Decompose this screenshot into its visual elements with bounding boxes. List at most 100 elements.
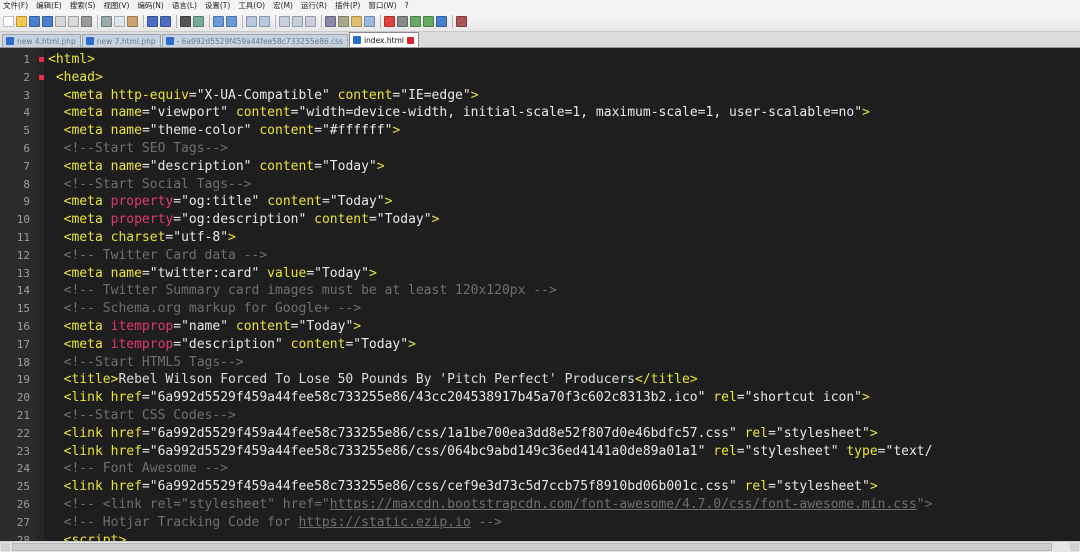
code-line[interactable]: 14 <!-- Twitter Summary card images must… xyxy=(0,282,1080,300)
undo-icon[interactable] xyxy=(147,15,158,27)
toolbar xyxy=(0,11,1080,32)
code-line[interactable]: 21 <!--Start CSS Codes--> xyxy=(0,407,1080,425)
code-line[interactable]: 27 <!-- Hotjar Tracking Code for https:/… xyxy=(0,514,1080,532)
code-text: <link href="6a992d5529f459a44fee58c73325… xyxy=(63,443,933,459)
code-line[interactable]: 26 <!-- <link rel="stylesheet" href="htt… xyxy=(0,496,1080,514)
close-all-icon[interactable] xyxy=(68,15,79,27)
menu-item[interactable]: ? xyxy=(405,0,409,11)
code-line[interactable]: 5 <meta name="theme-color" content="#fff… xyxy=(0,122,1080,140)
file-tab[interactable]: - 6a992d5529f459a44fee58c733255e86.css xyxy=(161,34,348,47)
open-file-icon[interactable] xyxy=(16,15,27,27)
code-text: <head> xyxy=(55,69,103,85)
code-line[interactable]: 24 <!-- Font Awesome --> xyxy=(0,460,1080,478)
cut-icon[interactable] xyxy=(101,15,112,27)
line-number: 28 xyxy=(16,533,30,541)
new-file-icon[interactable] xyxy=(3,15,14,27)
line-number: 21 xyxy=(16,408,30,422)
copy-icon[interactable] xyxy=(114,15,125,27)
indent-guide-icon[interactable] xyxy=(305,15,316,27)
fold-marker-icon[interactable] xyxy=(39,74,44,80)
paste-icon[interactable] xyxy=(127,15,138,27)
print-icon[interactable] xyxy=(81,15,92,27)
code-line[interactable]: 13 <meta name="twitter:card" value="Toda… xyxy=(0,265,1080,283)
menu-item[interactable]: 运行(R) xyxy=(301,0,327,11)
code-line[interactable]: 11 <meta charset="utf-8"> xyxy=(0,229,1080,247)
file-tab[interactable]: new 4.html.php xyxy=(2,34,81,47)
menu-item[interactable]: 窗口(W) xyxy=(368,0,396,11)
save-all-icon[interactable] xyxy=(42,15,53,27)
code-line[interactable]: 16 <meta itemprop="name" content="Today"… xyxy=(0,318,1080,336)
code-line[interactable]: 17 <meta itemprop="description" content=… xyxy=(0,336,1080,354)
code-line[interactable]: 20 <link href="6a992d5529f459a44fee58c73… xyxy=(0,389,1080,407)
code-line[interactable]: 28 <script> xyxy=(0,532,1080,541)
scrollbar-thumb[interactable] xyxy=(12,543,1052,551)
play-multiple-icon[interactable] xyxy=(423,15,434,27)
code-text: <!-- Twitter Card data --> xyxy=(48,247,268,263)
code-line[interactable]: 2 <head> xyxy=(0,69,1080,87)
zoom-out-icon[interactable] xyxy=(226,15,237,27)
play-macro-icon[interactable] xyxy=(410,15,421,27)
function-list-icon[interactable] xyxy=(338,15,349,27)
menu-item[interactable]: 搜索(S) xyxy=(70,0,96,11)
save-icon[interactable] xyxy=(29,15,40,27)
code-line[interactable]: 22 <link href="6a992d5529f459a44fee58c73… xyxy=(0,425,1080,443)
toolbar-separator xyxy=(452,14,453,28)
code-line[interactable]: 10 <meta property="og:description" conte… xyxy=(0,211,1080,229)
show-all-chars-icon[interactable] xyxy=(292,15,303,27)
code-line[interactable]: 12 <!-- Twitter Card data --> xyxy=(0,247,1080,265)
code-line[interactable]: 4 <meta name="viewport" content="width=d… xyxy=(0,104,1080,122)
file-tab[interactable]: new 7.html.php xyxy=(81,34,161,47)
close-tab-icon[interactable] xyxy=(406,36,414,44)
replace-icon[interactable] xyxy=(193,15,204,27)
code-text: <meta itemprop="name" content="Today"> xyxy=(63,318,362,334)
fold-marker-icon[interactable] xyxy=(39,57,44,62)
code-line[interactable]: 15 <!-- Schema.org markup for Google+ --… xyxy=(0,300,1080,318)
file-tab[interactable]: index.html xyxy=(348,32,419,47)
sync-scroll-h-icon[interactable] xyxy=(259,15,270,27)
code-line[interactable]: 25 <link href="6a992d5529f459a44fee58c73… xyxy=(0,478,1080,496)
code-editor[interactable]: 1 <html> 2 <head> 3 <meta http-equiv="X-UA-… xyxy=(0,48,1080,541)
code-line[interactable]: 6 <!--Start SEO Tags--> xyxy=(0,140,1080,158)
folder-as-workspace-icon[interactable] xyxy=(351,15,362,27)
code-line[interactable]: 9 <meta property="og:title" content="Tod… xyxy=(0,193,1080,211)
doc-map-icon[interactable] xyxy=(325,15,336,27)
menu-item[interactable]: 插件(P) xyxy=(335,0,360,11)
menu-item[interactable]: 编码(N) xyxy=(137,0,163,11)
code-line[interactable]: 19 <title>Rebel Wilson Forced To Lose 50… xyxy=(0,371,1080,389)
code-line[interactable]: 23 <link href="6a992d5529f459a44fee58c73… xyxy=(0,443,1080,461)
scroll-left-arrow[interactable] xyxy=(1,543,10,551)
line-number: 8 xyxy=(23,177,30,191)
line-number: 25 xyxy=(16,480,30,494)
toolbar-separator xyxy=(143,14,144,28)
menu-item[interactable]: 语言(L) xyxy=(172,0,197,11)
close-icon[interactable] xyxy=(55,15,66,27)
code-line[interactable]: 3 <meta http-equiv="X-UA-Compatible" con… xyxy=(0,87,1080,105)
stop-record-icon[interactable] xyxy=(397,15,408,27)
monitor-icon[interactable] xyxy=(364,15,375,27)
menu-item[interactable]: 设置(T) xyxy=(205,0,230,11)
code-text: <meta itemprop="description" content="To… xyxy=(63,336,416,352)
menu-item[interactable]: 文件(F) xyxy=(3,0,28,11)
line-number: 2 xyxy=(23,70,30,84)
redo-icon[interactable] xyxy=(160,15,171,27)
code-line[interactable]: 18 <!--Start HTML5 Tags--> xyxy=(0,354,1080,372)
menu-item[interactable]: 工具(O) xyxy=(238,0,265,11)
menu-item[interactable]: 宏(M) xyxy=(273,0,293,11)
code-line[interactable]: 8 <!--Start Social Tags--> xyxy=(0,176,1080,194)
zoom-in-icon[interactable] xyxy=(213,15,224,27)
save-macro-icon[interactable] xyxy=(436,15,447,27)
line-number: 27 xyxy=(16,515,30,529)
find-icon[interactable] xyxy=(180,15,191,27)
sync-scroll-v-icon[interactable] xyxy=(246,15,257,27)
spell-check-icon[interactable] xyxy=(456,15,467,27)
record-macro-icon[interactable] xyxy=(384,15,395,27)
word-wrap-icon[interactable] xyxy=(279,15,290,27)
code-text: <link href="6a992d5529f459a44fee58c73325… xyxy=(63,390,870,406)
file-icon xyxy=(352,36,361,44)
code-line[interactable]: 1 <html> xyxy=(0,51,1080,69)
menu-item[interactable]: 编辑(E) xyxy=(36,0,62,11)
scroll-right-arrow[interactable] xyxy=(1070,543,1079,551)
code-line[interactable]: 7 <meta name="description" content="Toda… xyxy=(0,158,1080,176)
menu-item[interactable]: 视图(V) xyxy=(103,0,129,11)
horizontal-scrollbar[interactable] xyxy=(0,541,1080,552)
